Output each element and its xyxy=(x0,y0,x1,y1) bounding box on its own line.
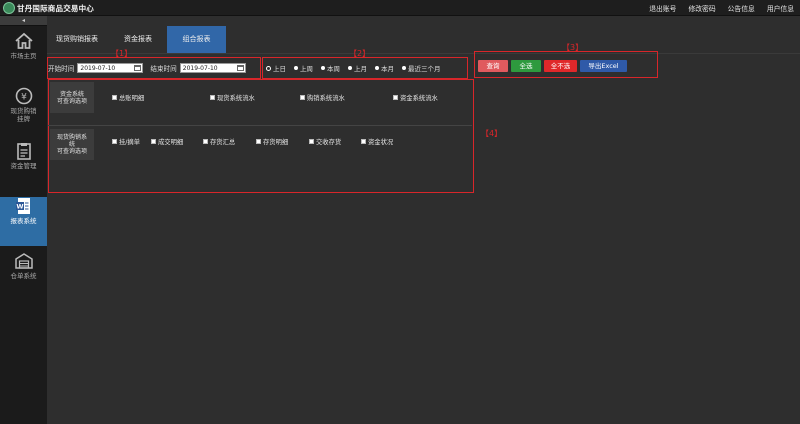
query-options-panel: 资金系统 可查询选项 总账明细 现货系统流水 购销系统流水 资金系统流水 现货购… xyxy=(48,79,472,193)
tab-combined-report[interactable]: 组合报表 xyxy=(167,26,226,53)
radio-icon xyxy=(266,65,271,71)
top-bar: 甘丹国际商品交易中心 退出账号 修改密码 公告信息 用户信息 xyxy=(0,0,800,16)
range-last-day[interactable]: 上日 xyxy=(266,63,286,73)
start-date-input[interactable]: 2019-07-10 xyxy=(77,63,144,73)
radio-icon xyxy=(348,66,352,70)
date-filter-row: 开始时间 2019-07-10 结束时间 2019-07-10 xyxy=(48,61,246,75)
announcements-link[interactable]: 公告信息 xyxy=(728,3,755,13)
sidebar-item-label: 资金管理 xyxy=(10,162,37,170)
option-fund-status[interactable]: 资金状况 xyxy=(361,137,393,146)
radio-icon xyxy=(294,66,298,70)
svg-text:¥: ¥ xyxy=(21,93,27,103)
checkbox-icon xyxy=(393,95,398,100)
checkbox-icon xyxy=(203,139,208,144)
svg-text:W: W xyxy=(16,203,23,211)
logo: 甘丹国际商品交易中心 xyxy=(3,2,94,14)
sidebar: ◂ 市场主页 ¥ 现货购销 挂牌 资金管理 W 报表系统 仓单系统 xyxy=(0,16,47,424)
main-content: 【1】 【2】 【3】 开始时间 2019-07-10 结束时间 2019-07… xyxy=(47,43,800,424)
sidebar-item-label: 现货购销 xyxy=(10,107,37,115)
checkbox-icon xyxy=(210,95,215,100)
warehouse-icon xyxy=(14,253,33,269)
checkbox-icon xyxy=(112,95,117,100)
annotation-label-1: 【1】 xyxy=(111,49,133,58)
checkbox-icon xyxy=(256,139,261,144)
annotation-label-4: 【4】 xyxy=(481,129,503,138)
checkbox-icon xyxy=(300,95,305,100)
annotation-label-3: 【3】 xyxy=(562,43,584,52)
option-listing-delisting[interactable]: 挂/摘单 xyxy=(112,137,140,146)
range-this-week[interactable]: 本周 xyxy=(321,63,340,73)
radio-icon xyxy=(321,66,325,70)
quick-range-group: 上日 上周 本周 上月 本月 最近三个月 xyxy=(266,63,441,73)
select-all-button[interactable]: 全选 xyxy=(511,60,541,72)
radio-icon xyxy=(375,66,379,70)
end-time-label: 结束时间 xyxy=(150,65,177,73)
sidebar-item-fund-management[interactable]: 资金管理 xyxy=(0,142,47,191)
logo-icon xyxy=(3,2,15,14)
fund-system-header: 资金系统 可查询选项 xyxy=(50,82,94,113)
yen-icon: ¥ xyxy=(15,87,32,105)
range-this-month[interactable]: 本月 xyxy=(375,63,394,73)
option-spot-flow[interactable]: 现货系统流水 xyxy=(210,93,255,102)
sidebar-item-label: 报表系统 xyxy=(10,217,37,225)
sidebar-item-label: 仓单系统 xyxy=(10,272,37,280)
range-last-week[interactable]: 上周 xyxy=(294,63,313,73)
checkbox-icon xyxy=(151,139,156,144)
radio-icon xyxy=(402,66,406,70)
start-time-label: 开始时间 xyxy=(48,65,75,73)
sidebar-item-label-line2: 挂牌 xyxy=(17,115,30,123)
sidebar-item-warehouse-system[interactable]: 仓单系统 xyxy=(0,252,47,301)
query-button[interactable]: 查询 xyxy=(478,60,508,72)
end-date-input[interactable]: 2019-07-10 xyxy=(179,63,246,73)
option-inventory-summary[interactable]: 存货汇总 xyxy=(203,137,235,146)
option-trade-details[interactable]: 成交明细 xyxy=(151,137,183,146)
user-info-link[interactable]: 用户信息 xyxy=(767,3,794,13)
home-icon xyxy=(14,32,33,49)
logo-text: 甘丹国际商品交易中心 xyxy=(17,3,94,13)
annotation-label-2: 【2】 xyxy=(349,49,371,58)
logout-link[interactable]: 退出账号 xyxy=(649,3,676,13)
checkbox-icon xyxy=(361,139,366,144)
calendar-icon[interactable] xyxy=(134,65,142,71)
option-inventory-details[interactable]: 存货明细 xyxy=(256,137,288,146)
sidebar-item-label: 市场主页 xyxy=(10,52,37,60)
calendar-icon[interactable] xyxy=(236,65,244,71)
option-general-ledger[interactable]: 总账明细 xyxy=(112,93,144,102)
row-divider xyxy=(48,125,472,126)
report-icon: W xyxy=(15,198,30,214)
option-fund-flow[interactable]: 资金系统流水 xyxy=(393,93,438,102)
option-trading-flow[interactable]: 购销系统流水 xyxy=(300,93,345,102)
checkbox-icon xyxy=(112,139,117,144)
report-tabs: 现货购销报表 资金报表 组合报表 xyxy=(47,26,800,54)
sidebar-item-report-system[interactable]: W 报表系统 xyxy=(0,197,47,246)
tab-spot-trading-report[interactable]: 现货购销报表 xyxy=(47,26,107,53)
option-delivery-inventory[interactable]: 交收存货 xyxy=(309,137,341,146)
change-password-link[interactable]: 修改密码 xyxy=(688,3,715,13)
export-excel-button[interactable]: 导出Excel xyxy=(580,60,627,72)
checkbox-icon xyxy=(309,139,314,144)
clipboard-icon xyxy=(16,143,31,160)
range-last-three-months[interactable]: 最近三个月 xyxy=(402,63,441,73)
sidebar-item-market-home[interactable]: 市场主页 xyxy=(0,32,47,81)
sidebar-item-spot-trading[interactable]: ¥ 现货购销 挂牌 xyxy=(0,87,47,136)
select-none-button[interactable]: 全不选 xyxy=(544,60,577,72)
spot-trading-header: 现货购销系 统 可查询选项 xyxy=(50,129,94,160)
range-last-month[interactable]: 上月 xyxy=(348,63,367,73)
sidebar-collapse-button[interactable]: ◂ xyxy=(0,16,47,26)
